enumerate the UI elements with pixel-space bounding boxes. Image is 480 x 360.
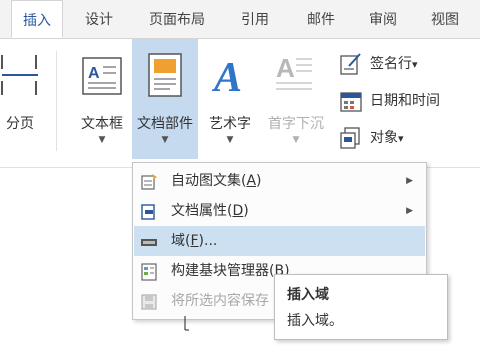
tab-mailings[interactable]: 邮件 — [296, 0, 346, 38]
wordart-button[interactable]: A 艺术字 ▼ — [200, 39, 260, 159]
quick-parts-label: 文档部件 — [137, 116, 193, 132]
page-break-label: 分页 — [6, 116, 34, 132]
object-icon — [340, 127, 360, 149]
wordart-dropdown-arrow: ▼ — [226, 135, 234, 145]
text-box-icon: A — [82, 57, 122, 95]
drop-cap-dropdown-arrow: ▼ — [292, 135, 300, 145]
svg-text:A: A — [88, 65, 100, 82]
svg-text:A: A — [276, 53, 295, 83]
tab-design[interactable]: 设计 — [74, 0, 124, 38]
mouse-cursor-icon — [184, 316, 189, 331]
signature-line-button[interactable]: 签名行▾ — [340, 51, 460, 77]
tooltip-description: 插入域。 — [287, 313, 343, 329]
menu-item-document-property-label: 文档属性( — [171, 203, 233, 219]
menu-item-autotext-accesskey: A — [246, 173, 257, 189]
field-icon — [141, 239, 157, 246]
menu-item-document-property[interactable]: 文档属性(D) ▶ — [134, 196, 425, 226]
ribbon-panel: 分页 A 文本框 ▼ 文档部件 ▼ A 艺术字 ▼ A 首字下沉 ▼ 签名行▾ … — [0, 39, 480, 168]
tab-review[interactable]: 审阅 — [358, 0, 408, 38]
text-box-label: 文本框 — [81, 116, 123, 132]
building-blocks-icon — [141, 263, 157, 281]
drop-cap-label: 首字下沉 — [268, 116, 324, 132]
object-button[interactable]: 对象▾ — [340, 125, 440, 151]
tab-references[interactable]: 引用 — [230, 0, 280, 38]
menu-item-field-label: 域( — [171, 233, 191, 249]
quick-parts-icon — [148, 53, 182, 97]
tooltip-title: 插入域 — [287, 287, 329, 303]
calendar-icon — [340, 92, 362, 112]
object-dropdown-arrow: ▾ — [398, 132, 404, 145]
date-time-button[interactable]: 日期和时间 — [340, 88, 470, 114]
group-separator — [56, 51, 57, 151]
svg-text:A: A — [211, 55, 242, 97]
wordart-label: 艺术字 — [209, 116, 251, 132]
submenu-arrow-icon: ▶ — [406, 206, 413, 216]
submenu-arrow-icon: ▶ — [406, 176, 413, 186]
signature-line-dropdown-arrow: ▾ — [412, 58, 418, 71]
autotext-icon — [141, 174, 157, 190]
text-box-button[interactable]: A 文本框 ▼ — [74, 39, 130, 159]
signature-line-icon — [340, 53, 361, 75]
menu-item-field[interactable]: 域(F)... — [134, 226, 425, 256]
signature-line-label: 签名行 — [370, 56, 412, 72]
quick-parts-dropdown-arrow: ▼ — [161, 135, 169, 145]
tab-page-layout[interactable]: 页面布局 — [140, 0, 214, 38]
menu-item-document-property-accesskey: D — [232, 203, 244, 219]
date-time-label: 日期和时间 — [370, 93, 440, 109]
tab-insert[interactable]: 插入 — [11, 0, 63, 38]
ribbon-tab-bar: 插入 设计 页面布局 引用 邮件 审阅 视图 — [0, 0, 480, 39]
menu-item-field-label-end: )... — [198, 233, 218, 249]
menu-item-field-accesskey: F — [190, 233, 199, 249]
menu-item-document-property-label-end: ) — [243, 203, 249, 219]
menu-item-autotext-label: 自动图文集( — [171, 173, 247, 189]
object-label: 对象 — [370, 130, 398, 146]
tab-view[interactable]: 视图 — [420, 0, 470, 38]
save-selection-icon — [141, 294, 157, 310]
menu-item-building-blocks-label: 构建基块管理器(B) — [171, 263, 290, 279]
page-break-icon — [1, 55, 38, 95]
menu-item-autotext[interactable]: 自动图文集(A) ▶ — [134, 166, 425, 196]
menu-item-autotext-label-end: ) — [256, 173, 262, 189]
field-tooltip: 插入域 插入域。 — [274, 274, 448, 340]
drop-cap-button[interactable]: A 首字下沉 ▼ — [262, 39, 330, 159]
text-box-dropdown-arrow: ▼ — [98, 135, 106, 145]
page-break-button[interactable]: 分页 — [0, 39, 44, 159]
menu-item-save-selection-label: 将所选内容保存 — [171, 293, 269, 309]
quick-parts-button[interactable]: 文档部件 ▼ — [132, 39, 198, 159]
drop-cap-icon: A — [276, 53, 312, 90]
document-property-icon — [141, 204, 155, 220]
wordart-icon: A — [211, 55, 242, 97]
